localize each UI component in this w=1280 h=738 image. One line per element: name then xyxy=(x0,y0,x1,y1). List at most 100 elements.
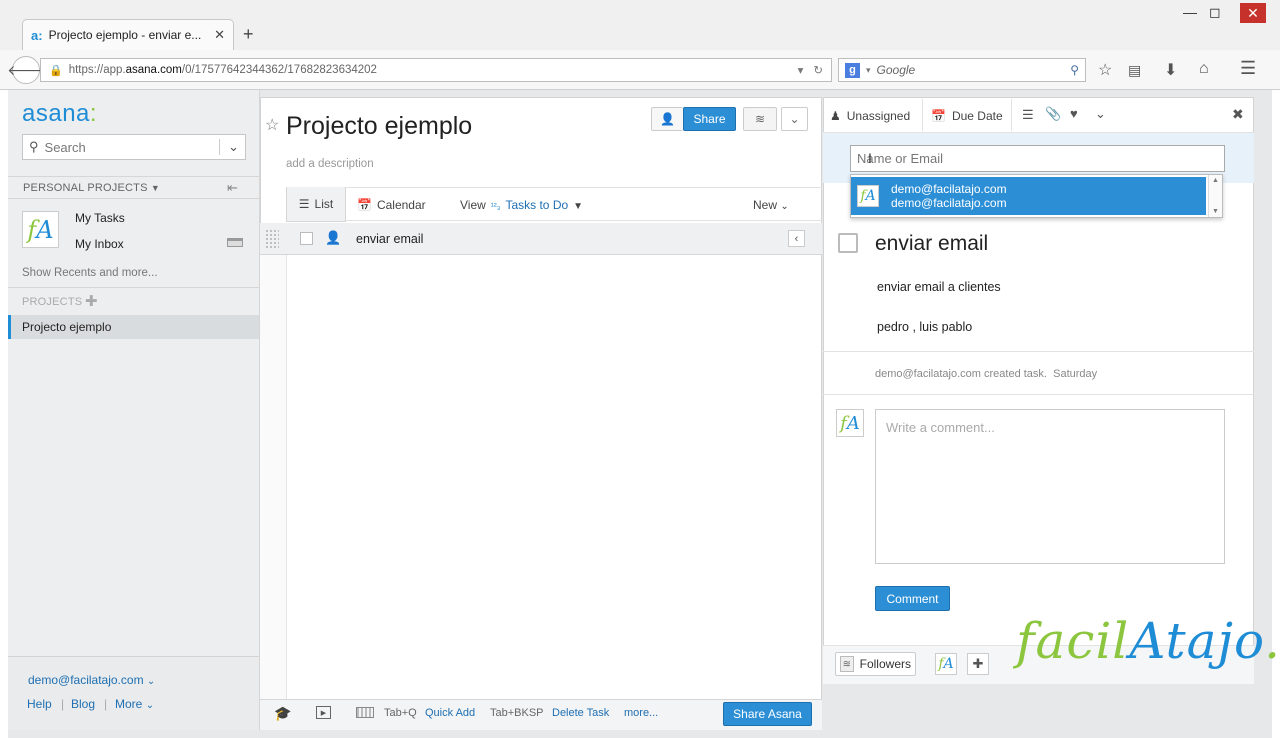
list-gutter xyxy=(260,255,287,699)
share-asana-button[interactable]: Share Asana xyxy=(723,702,812,726)
video-icon[interactable]: ▶ xyxy=(316,706,331,719)
user-account-menu[interactable]: demo@facilatajo.com ⌄ xyxy=(28,673,155,687)
chevron-left-icon[interactable]: ‹ xyxy=(788,230,805,247)
table-row[interactable] xyxy=(260,223,822,255)
suggestions-scrollbar[interactable]: ▲ ▼ xyxy=(1208,175,1222,217)
browser-search-box[interactable]: g ▾ Google ⚲ xyxy=(838,58,1086,82)
download-icon[interactable]: ⬇ xyxy=(1164,60,1177,80)
collapse-sidebar-icon[interactable]: ⇤ xyxy=(227,180,238,196)
view-filter-dropdown[interactable]: View ¹²₃ Tasks to Do ▼ xyxy=(460,198,583,212)
page-title[interactable]: Projecto ejemplo xyxy=(286,112,472,141)
projects-header: PROJECTS xyxy=(22,296,83,308)
task-name[interactable]: enviar email xyxy=(356,232,423,246)
due-date-button[interactable]: 📅 Due Date xyxy=(931,109,1003,123)
url-bar[interactable]: 🔒 https://app.asana.com/0/17577642344362… xyxy=(40,58,832,82)
tab-title: Projecto ejemplo - enviar e... xyxy=(48,28,202,42)
drag-handle-icon[interactable] xyxy=(265,229,279,249)
activity-story: demo@facilatajo.com created task. Saturd… xyxy=(875,368,1098,380)
calendar-icon: 📅 xyxy=(931,109,946,123)
project-description[interactable]: add a description xyxy=(286,158,374,170)
task-title[interactable]: enviar email xyxy=(875,232,988,256)
bookmarks-list-icon[interactable]: ▤ xyxy=(1128,62,1141,79)
asana-logo[interactable]: asana: xyxy=(22,100,97,128)
bookmark-star-icon[interactable]: ☆ xyxy=(1098,60,1112,80)
url-text: https://app.asana.com/0/17577642344362/1… xyxy=(68,64,377,76)
separator: | xyxy=(61,697,65,711)
calendar-icon: 📅 xyxy=(357,198,372,212)
delete-task-shortcut: Tab+BKSP xyxy=(490,707,544,719)
comment-button[interactable]: Comment xyxy=(875,586,950,611)
google-icon[interactable]: g xyxy=(845,62,860,78)
add-project-icon[interactable]: ✚ xyxy=(85,292,98,310)
favorite-star-icon[interactable]: ☆ xyxy=(265,115,279,135)
attachment-icon[interactable]: 📎 xyxy=(1045,106,1061,122)
divider xyxy=(8,198,259,199)
avatar: fA xyxy=(857,185,879,207)
new-dropdown[interactable]: New ⌄ xyxy=(753,198,789,212)
task-notes-line[interactable]: enviar email a clientes xyxy=(877,280,1001,294)
task-complete-checkbox[interactable] xyxy=(838,233,858,253)
menu-icon[interactable]: ☰ xyxy=(1240,58,1256,79)
avatar[interactable]: fA xyxy=(22,211,59,248)
browser-tab[interactable]: a: Projecto ejemplo - enviar e... ✕ xyxy=(22,19,234,50)
close-pane-icon[interactable]: ✖ xyxy=(1232,106,1244,123)
back-arrow-icon[interactable]: 🡐 xyxy=(7,56,45,84)
text-cursor-icon: I xyxy=(868,150,872,166)
reload-icon[interactable]: ↻ xyxy=(813,63,823,77)
assignee-name-input[interactable]: Name or Email xyxy=(850,145,1225,172)
url-dropdown-icon[interactable]: ▾ xyxy=(798,63,804,77)
sidebar-item-my-tasks[interactable]: My Tasks xyxy=(75,211,125,225)
sidebar-footer xyxy=(8,656,259,730)
avatar: fA xyxy=(836,409,864,437)
list-icon: ☰ xyxy=(298,197,310,211)
task-checkbox[interactable] xyxy=(300,232,313,245)
personal-projects-header[interactable]: PERSONAL PROJECTS ▼ xyxy=(23,182,160,194)
subtasks-icon[interactable]: ☰ xyxy=(1022,107,1034,123)
suggestion-name: demo@facilatajo.com xyxy=(891,182,1007,196)
assignee-person-icon[interactable]: 👤 xyxy=(325,230,341,246)
chevron-down-icon: ▼ xyxy=(573,201,584,212)
close-window-icon[interactable]: ✕ xyxy=(1240,3,1266,23)
avatar[interactable]: fA xyxy=(935,653,957,675)
show-recents-link[interactable]: Show Recents and more... xyxy=(22,267,158,279)
sidebar-item-my-inbox[interactable]: My Inbox xyxy=(75,237,124,251)
followers-button[interactable]: ≋ Followers xyxy=(835,652,916,676)
chevron-down-icon[interactable]: ⌄ xyxy=(219,139,239,155)
quick-add-shortcut: Tab+Q xyxy=(384,707,417,719)
close-tab-icon[interactable]: ✕ xyxy=(214,27,225,43)
magnifier-icon[interactable]: ⚲ xyxy=(1070,63,1079,77)
separator: | xyxy=(104,697,108,711)
sidebar-search-input[interactable]: ⚲ Search ⌄ xyxy=(22,134,246,160)
comment-input[interactable]: Write a comment... xyxy=(875,409,1225,564)
help-link[interactable]: Help xyxy=(27,697,52,711)
tab-calendar[interactable]: 📅 Calendar xyxy=(357,198,426,212)
chevron-down-icon[interactable]: ⌄ xyxy=(1095,106,1106,122)
blog-link[interactable]: Blog xyxy=(71,697,95,711)
inbox-tray-icon[interactable] xyxy=(227,238,243,247)
graduation-cap-icon[interactable]: 🎓 xyxy=(274,705,291,722)
quick-add-link[interactable]: Quick Add xyxy=(425,707,475,719)
rss-follow-icon[interactable]: ≋ xyxy=(743,107,777,131)
tab-list[interactable]: ☰ List xyxy=(286,187,346,222)
share-button[interactable]: Share xyxy=(683,107,736,131)
facilatajo-watermark: facilAtajo. xyxy=(1016,612,1280,670)
more-shortcuts-link[interactable]: more... xyxy=(624,707,658,719)
more-menu[interactable]: More ⌄ xyxy=(115,697,154,711)
new-tab-button[interactable]: + xyxy=(243,24,254,45)
assignee-button[interactable]: ♟ Unassigned xyxy=(830,109,910,123)
members-icon[interactable]: 👤 xyxy=(651,107,683,131)
keyboard-icon xyxy=(356,707,374,718)
divider xyxy=(8,176,259,177)
add-follower-icon[interactable]: ✚ xyxy=(967,653,989,675)
heart-icon[interactable]: ♥ xyxy=(1070,106,1078,121)
home-icon[interactable]: ⌂ xyxy=(1199,60,1209,78)
task-notes-line[interactable]: pedro , luis pablo xyxy=(877,320,972,334)
minimize-window-icon[interactable]: — xyxy=(1183,4,1197,20)
delete-task-link[interactable]: Delete Task xyxy=(552,707,609,719)
chevron-down-icon[interactable]: ⌄ xyxy=(781,107,808,131)
sidebar-item-projecto-ejemplo[interactable]: Projecto ejemplo xyxy=(8,315,259,339)
maximize-window-icon[interactable]: ◻ xyxy=(1209,4,1221,21)
suggestion-item[interactable]: fA demo@facilatajo.com demo@facilatajo.c… xyxy=(851,177,1206,215)
engine-dropdown-icon[interactable]: ▾ xyxy=(866,65,871,76)
search-icon: ⚲ xyxy=(29,139,39,154)
